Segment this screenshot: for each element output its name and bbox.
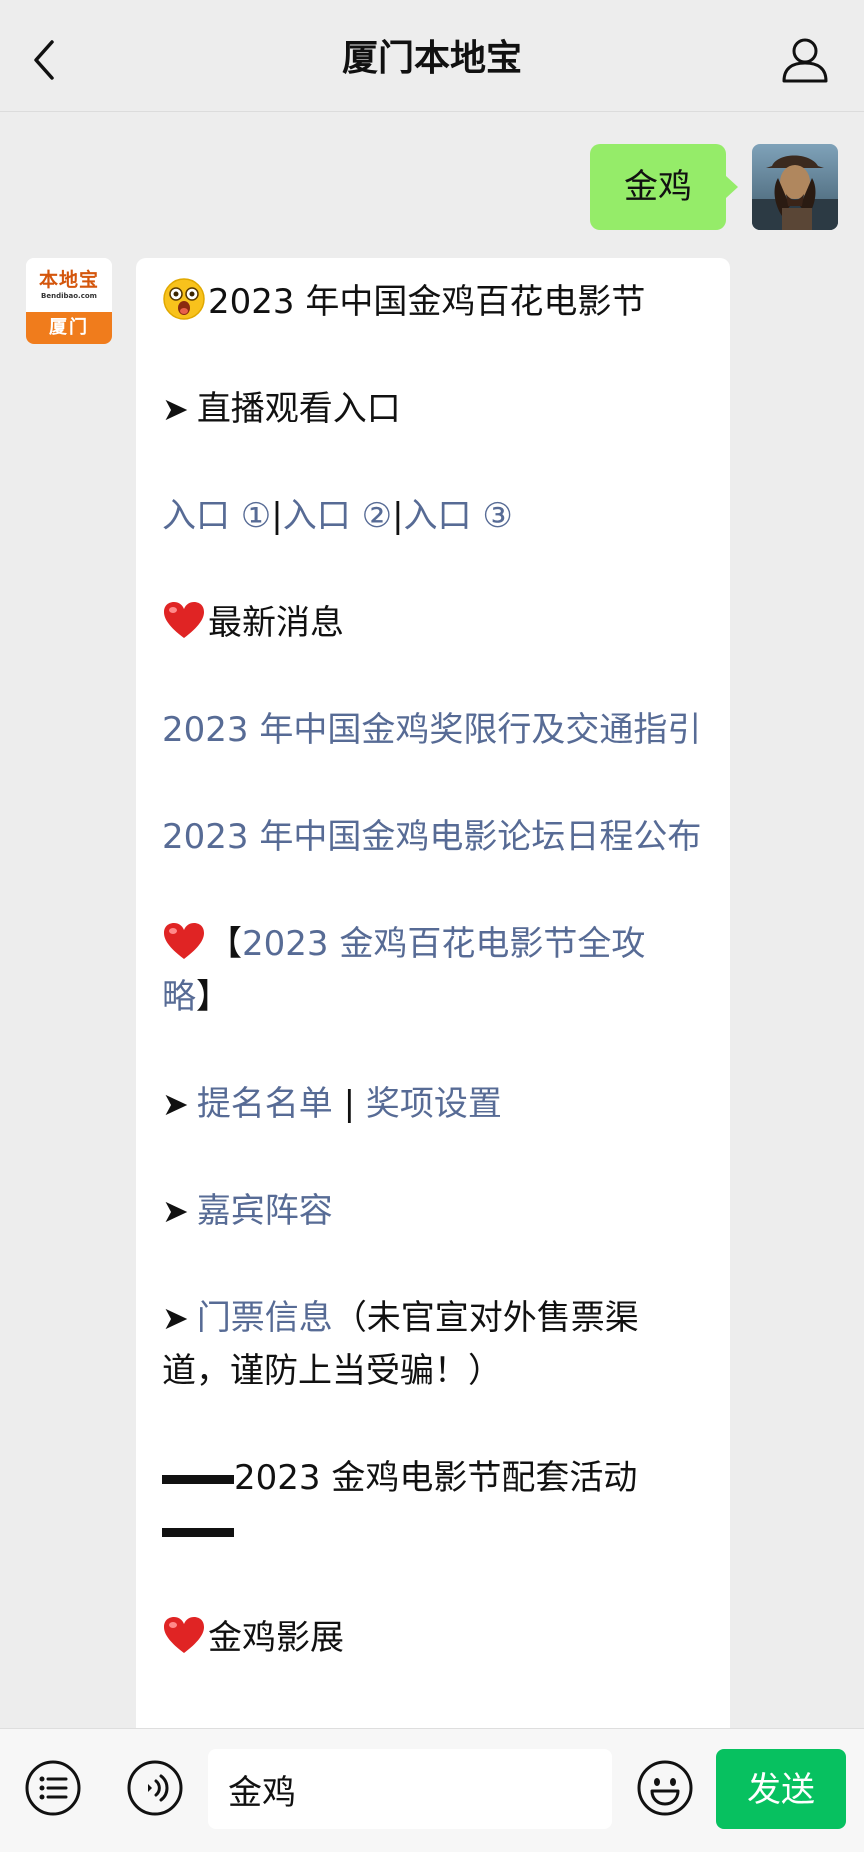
list-icon[interactable]: [24, 1759, 82, 1817]
bendibao-logo: 本地宝 Bendibao.com: [26, 258, 112, 312]
exhibition-line: 金鸡影展: [162, 1612, 704, 1665]
red-heart-icon: [164, 923, 204, 959]
activities-heading: 2023 金鸡电影节配套活动: [234, 1458, 638, 1498]
nominations-link[interactable]: 提名名单: [197, 1084, 333, 1124]
divider-bar: [162, 1475, 234, 1484]
person-icon[interactable]: [780, 36, 830, 84]
entry-link-2[interactable]: 入口 ②: [283, 496, 392, 536]
exhibition-heading: 金鸡影展: [208, 1618, 344, 1658]
guide-bracket-close: 】: [196, 977, 230, 1017]
bot-avatar[interactable]: 本地宝 Bendibao.com 厦门: [26, 258, 112, 344]
logo-city-label: 厦门: [26, 312, 112, 344]
awards-link[interactable]: 奖项设置: [366, 1084, 502, 1124]
guests-link[interactable]: 嘉宾阵容: [197, 1191, 333, 1231]
reply-title: 2023 年中国金鸡百花电影节: [208, 282, 646, 322]
nominations-line: ➤ 提名名单 | 奖项设置: [162, 1078, 704, 1131]
live-heading: 直播观看入口: [196, 389, 401, 429]
news-link-line-1: 2023 年中国金鸡奖限行及交通指引: [162, 704, 704, 757]
traffic-guide-link[interactable]: 2023 年中国金鸡奖限行及交通指引: [162, 710, 701, 750]
message-input[interactable]: [208, 1749, 612, 1829]
input-bar: 发送: [0, 1728, 864, 1852]
logo-domain: Bendibao.com: [41, 292, 97, 300]
arrow-right-icon: ➤: [162, 390, 189, 428]
user-message-row: 金鸡: [590, 144, 838, 230]
guide-bracket-open: 【: [208, 924, 242, 964]
red-heart-icon: [164, 602, 204, 638]
chat-header: 厦门本地宝: [0, 0, 864, 112]
voice-icon[interactable]: [126, 1759, 184, 1817]
entry-link-1[interactable]: 入口 ①: [162, 496, 271, 536]
entry-separator: |: [392, 496, 404, 536]
surprised-face-icon: [163, 278, 205, 320]
news-heading: 最新消息: [208, 603, 344, 643]
entries-line: 入口 ①|入口 ②|入口 ③: [162, 490, 704, 543]
user-avatar[interactable]: [752, 144, 838, 230]
tickets-link[interactable]: 门票信息: [197, 1298, 333, 1338]
smiley-icon[interactable]: [636, 1759, 694, 1817]
divider-bar: [162, 1528, 234, 1537]
news-link-line-2: 2023 年中国金鸡电影论坛日程公布: [162, 811, 704, 864]
guests-line: ➤ 嘉宾阵容: [162, 1185, 704, 1238]
guide-line: 【2023 金鸡百花电影节全攻略】: [162, 918, 704, 1024]
reply-title-line: 2023 年中国金鸡百花电影节: [162, 276, 704, 329]
news-heading-line: 最新消息: [162, 597, 704, 650]
arrow-right-icon: ➤: [162, 1299, 189, 1337]
bot-reply-bubble: 2023 年中国金鸡百花电影节 ➤ 直播观看入口 入口 ①|入口 ②|入口 ③ 最…: [136, 258, 730, 1738]
arrow-right-icon: ➤: [162, 1192, 189, 1230]
page-title: 厦门本地宝: [341, 38, 522, 79]
tickets-line: ➤ 门票信息（未官宣对外售票渠道，谨防上当受骗！）: [162, 1292, 704, 1398]
nominations-separator: |: [343, 1084, 356, 1124]
send-button[interactable]: 发送: [716, 1749, 846, 1829]
red-heart-icon: [164, 1617, 204, 1653]
entry-link-3[interactable]: 入口 ③: [404, 496, 513, 536]
logo-text: 本地宝: [38, 269, 99, 291]
entry-separator: |: [271, 496, 283, 536]
forum-schedule-link[interactable]: 2023 年中国金鸡电影论坛日程公布: [162, 817, 701, 857]
arrow-right-icon: ➤: [162, 1085, 189, 1123]
activities-line: 2023 金鸡电影节配套活动: [162, 1452, 704, 1558]
live-heading-line: ➤ 直播观看入口: [162, 383, 704, 436]
user-message-bubble[interactable]: 金鸡: [590, 144, 738, 230]
